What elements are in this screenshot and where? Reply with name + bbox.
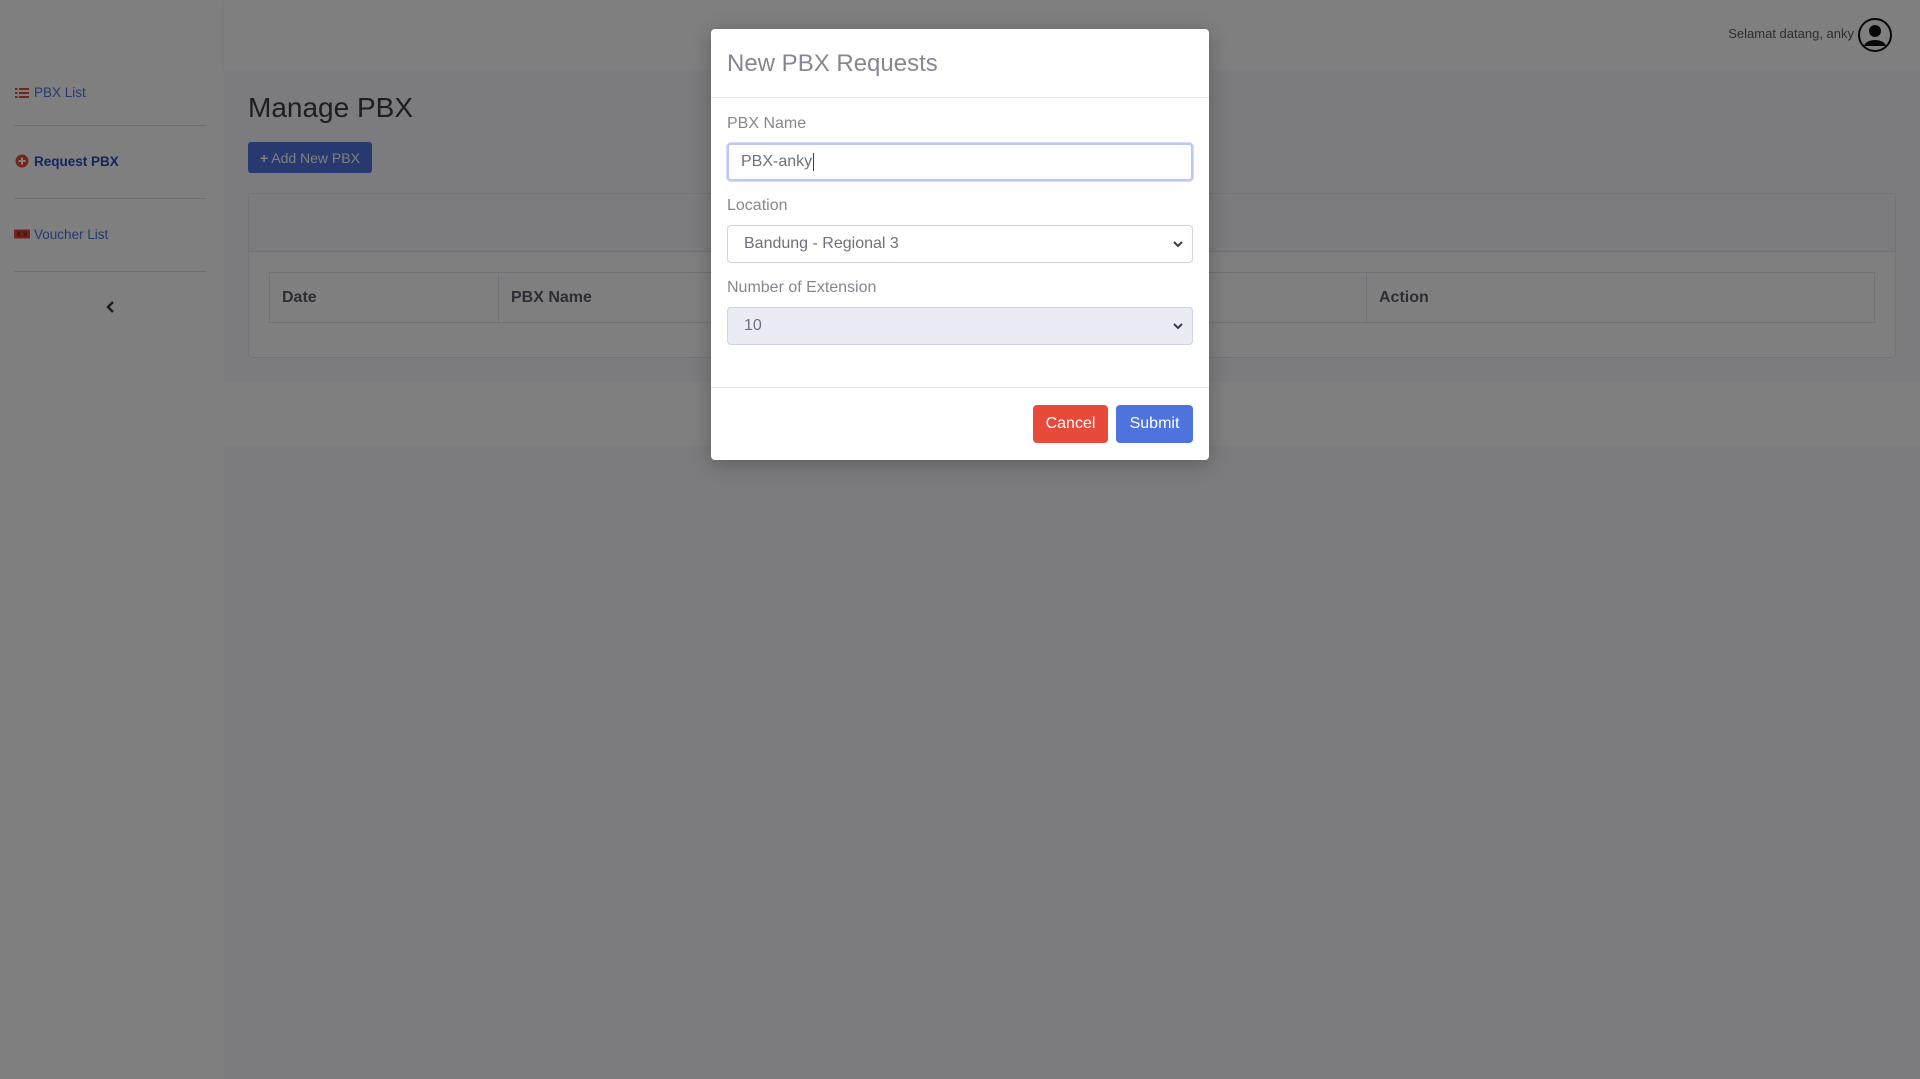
pbx-name-input[interactable]: PBX-anky <box>727 143 1193 181</box>
cancel-button[interactable]: Cancel <box>1033 404 1108 443</box>
modal-body: PBX Name PBX-anky Location Bandung - Reg… <box>711 98 1209 388</box>
modal-footer: Cancel Submit <box>711 388 1209 459</box>
pbx-name-group: PBX Name PBX-anky <box>727 115 1193 181</box>
modal-title: New PBX Requests <box>727 50 938 77</box>
pbx-name-value: PBX-anky <box>741 153 813 170</box>
submit-button[interactable]: Submit <box>1116 404 1193 443</box>
chevron-down-icon <box>1172 238 1184 250</box>
extension-value: 10 <box>744 317 762 334</box>
location-group: Location Bandung - Regional 3 <box>727 197 1193 263</box>
modal-header: New PBX Requests <box>711 29 1209 98</box>
location-select[interactable]: Bandung - Regional 3 <box>727 225 1193 263</box>
new-pbx-request-modal: New PBX Requests PBX Name PBX-anky Locat… <box>711 29 1209 460</box>
text-cursor <box>813 153 815 171</box>
location-value: Bandung - Regional 3 <box>744 235 899 252</box>
extension-select[interactable]: 10 <box>727 307 1193 345</box>
chevron-down-icon <box>1172 320 1184 332</box>
location-label: Location <box>727 197 788 214</box>
extension-label: Number of Extension <box>727 279 877 296</box>
pbx-name-label: PBX Name <box>727 115 807 132</box>
extension-group: Number of Extension 10 <box>727 279 1193 345</box>
